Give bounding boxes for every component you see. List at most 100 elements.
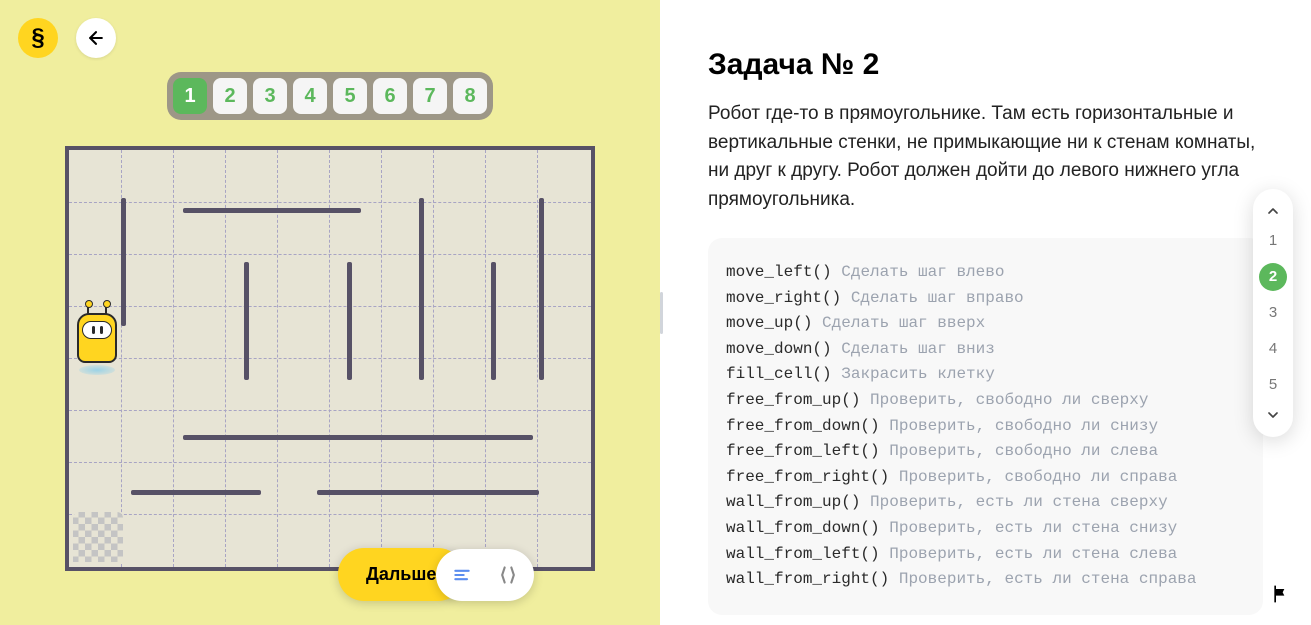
command-desc: Сделать шаг вправо: [851, 289, 1024, 307]
command-desc: Проверить, свободно ли справа: [899, 468, 1177, 486]
command-desc: Проверить, есть ли стена слева: [889, 545, 1177, 563]
command-row: wall_from_down() Проверить, есть ли стен…: [726, 516, 1245, 542]
wall: [244, 262, 249, 380]
wall: [347, 262, 352, 380]
problem-navigator: 1 2 3 4 5: [1253, 189, 1293, 437]
command-name: move_left(): [726, 263, 832, 281]
grid-line: [537, 150, 538, 567]
command-row: move_down() Сделать шаг вниз: [726, 337, 1245, 363]
maze-grid: [69, 150, 591, 567]
command-desc: Проверить, есть ли стена снизу: [889, 519, 1177, 537]
tab-5[interactable]: 5: [333, 78, 367, 114]
test-tabs: 1 2 3 4 5 6 7 8: [167, 72, 493, 120]
command-name: move_down(): [726, 340, 832, 358]
tab-4[interactable]: 4: [293, 78, 327, 114]
command-name: move_right(): [726, 289, 841, 307]
command-row: free_from_up() Проверить, свободно ли св…: [726, 388, 1245, 414]
nav-item-1[interactable]: 1: [1259, 227, 1287, 255]
command-name: wall_from_up(): [726, 493, 860, 511]
command-name: move_up(): [726, 314, 812, 332]
wall: [183, 208, 361, 213]
tab-8[interactable]: 8: [453, 78, 487, 114]
view-text-button[interactable]: [440, 553, 484, 597]
flag-icon: [1271, 584, 1291, 604]
command-desc: Проверить, свободно ли слева: [889, 442, 1158, 460]
wall: [121, 198, 126, 326]
command-row: wall_from_right() Проверить, есть ли сте…: [726, 567, 1245, 593]
command-name: free_from_right(): [726, 468, 889, 486]
grid-line: [69, 254, 591, 255]
command-row: move_up() Сделать шаг вверх: [726, 311, 1245, 337]
commands-panel: move_left() Сделать шаг влево move_right…: [708, 238, 1263, 615]
robot-eye: [92, 326, 95, 334]
robot-body: [77, 313, 117, 363]
back-button[interactable]: [76, 18, 116, 58]
command-desc: Сделать шаг влево: [841, 263, 1004, 281]
tab-6[interactable]: 6: [373, 78, 407, 114]
command-row: free_from_down() Проверить, свободно ли …: [726, 414, 1245, 440]
app-container: § 1 2 3 4 5 6 7 8: [0, 0, 1311, 625]
chevron-down-icon: [1265, 407, 1281, 423]
task-title: Задача № 2: [708, 48, 1263, 82]
grid-line: [69, 410, 591, 411]
command-desc: Сделать шаг вверх: [822, 314, 985, 332]
command-row: free_from_left() Проверить, свободно ли …: [726, 439, 1245, 465]
view-code-button[interactable]: [486, 553, 530, 597]
wall: [491, 262, 496, 380]
nav-up-button[interactable]: [1258, 201, 1288, 221]
tab-1[interactable]: 1: [173, 78, 207, 114]
command-name: free_from_left(): [726, 442, 880, 460]
task-description: Робот где-то в прямоугольнике. Там есть …: [708, 100, 1263, 214]
nav-item-3[interactable]: 3: [1259, 299, 1287, 327]
command-name: free_from_up(): [726, 391, 860, 409]
nav-item-2[interactable]: 2: [1259, 263, 1287, 291]
command-desc: Проверить, есть ли стена сверху: [870, 493, 1168, 511]
arrow-left-icon: [86, 28, 106, 48]
grid-line: [173, 150, 174, 567]
code-icon: [498, 565, 518, 585]
command-desc: Сделать шаг вниз: [841, 340, 995, 358]
grid-line: [381, 150, 382, 567]
nav-item-5[interactable]: 5: [1259, 371, 1287, 399]
maze-container: [65, 146, 595, 571]
top-bar: §: [18, 18, 642, 58]
command-row: wall_from_left() Проверить, есть ли стен…: [726, 542, 1245, 568]
tab-3[interactable]: 3: [253, 78, 287, 114]
command-name: wall_from_left(): [726, 545, 880, 563]
command-name: fill_cell(): [726, 365, 832, 383]
left-panel: § 1 2 3 4 5 6 7 8: [0, 0, 660, 625]
flag-button[interactable]: [1269, 583, 1293, 607]
grid-line: [69, 514, 591, 515]
command-desc: Проверить, есть ли стена справа: [899, 570, 1197, 588]
nav-down-button[interactable]: [1258, 405, 1288, 425]
grid-line: [69, 202, 591, 203]
command-desc: Проверить, свободно ли сверху: [870, 391, 1148, 409]
grid-line: [69, 358, 591, 359]
wall: [317, 490, 539, 495]
robot: [75, 295, 119, 375]
wall: [419, 198, 424, 380]
resize-handle[interactable]: [660, 292, 663, 334]
grid-line: [69, 306, 591, 307]
target-cell: [73, 512, 123, 562]
tab-2[interactable]: 2: [213, 78, 247, 114]
wall: [131, 490, 261, 495]
command-desc: Закрасить клетку: [841, 365, 995, 383]
wall: [539, 198, 544, 380]
command-row: free_from_right() Проверить, свободно ли…: [726, 465, 1245, 491]
command-row: wall_from_up() Проверить, есть ли стена …: [726, 490, 1245, 516]
wall: [183, 435, 533, 440]
robot-shadow: [79, 365, 115, 375]
grid-line: [485, 150, 486, 567]
text-icon: [452, 565, 472, 585]
command-row: move_left() Сделать шаг влево: [726, 260, 1245, 286]
robot-face: [82, 321, 112, 339]
view-toggle: [436, 549, 534, 601]
command-row: move_right() Сделать шаг вправо: [726, 286, 1245, 312]
nav-item-4[interactable]: 4: [1259, 335, 1287, 363]
logo[interactable]: §: [18, 18, 58, 58]
tab-7[interactable]: 7: [413, 78, 447, 114]
command-name: wall_from_right(): [726, 570, 889, 588]
command-desc: Проверить, свободно ли снизу: [889, 417, 1158, 435]
chevron-up-icon: [1265, 203, 1281, 219]
